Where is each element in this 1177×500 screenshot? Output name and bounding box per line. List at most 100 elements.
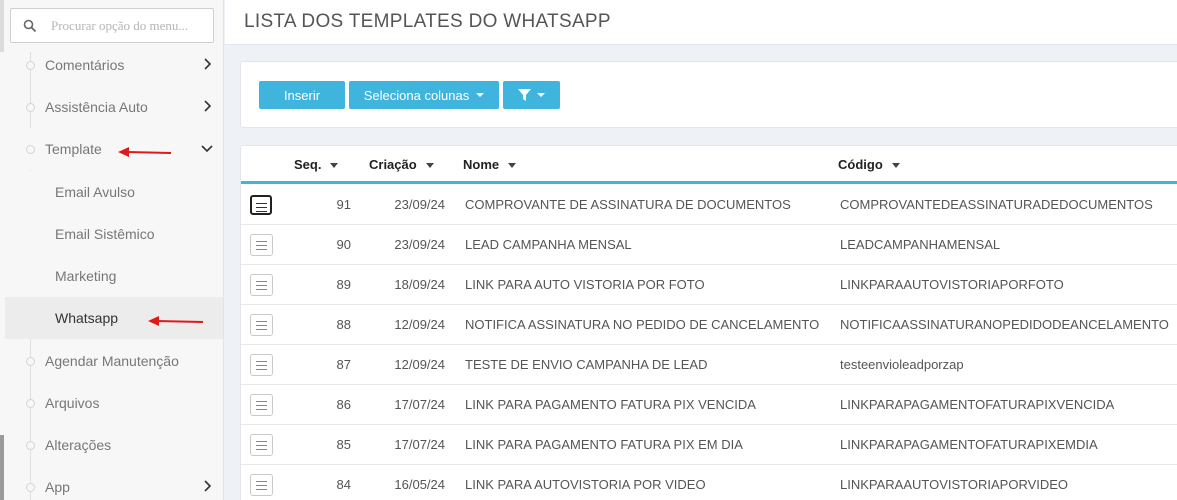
column-header-seq[interactable]: Seq. <box>294 157 339 172</box>
sidebar-item-label: App <box>45 479 70 495</box>
cell-nome: LINK PARA AUTOVISTORIA POR VIDEO <box>465 477 706 492</box>
cell-nome: COMPROVANTE DE ASSINATURA DE DOCUMENTOS <box>465 197 791 212</box>
cell-seq: 84 <box>336 477 351 492</box>
menu-search-box[interactable] <box>10 8 214 43</box>
templates-table: Seq. Criação Nome Código 91 23/09/24 COM… <box>240 145 1177 500</box>
hamburger-icon[interactable] <box>250 274 273 296</box>
filter-icon <box>518 89 531 101</box>
cell-criacao: 12/09/24 <box>394 317 445 332</box>
cell-nome: TESTE DE ENVIO CAMPANHA DE LEAD <box>465 357 708 372</box>
table-row[interactable]: 87 12/09/24 TESTE DE ENVIO CAMPANHA DE L… <box>241 345 1177 385</box>
sort-caret-icon <box>891 163 900 169</box>
column-header-codigo[interactable]: Código <box>838 157 900 172</box>
cell-codigo: LINKPARAPAGAMENTOFATURAPIXEMDIA <box>840 437 1098 452</box>
table-header: Seq. Criação Nome Código <box>241 146 1177 184</box>
cell-seq: 88 <box>336 317 351 332</box>
table-row[interactable]: 89 18/09/24 LINK PARA AUTO VISTORIA POR … <box>241 265 1177 305</box>
sidebar-item-label: Alterações <box>45 437 112 453</box>
sidebar-subitem-label: Email Avulso <box>55 184 135 200</box>
chevron-right-icon <box>204 100 212 112</box>
caret-down-icon <box>476 93 485 97</box>
filter-button[interactable] <box>503 81 560 109</box>
cell-criacao: 18/09/24 <box>394 277 445 292</box>
page-header: LISTA DOS TEMPLATES DO WHATSAPP <box>225 0 1177 45</box>
cell-nome: LINK PARA AUTO VISTORIA POR FOTO <box>465 277 705 292</box>
hamburger-icon[interactable] <box>250 314 273 336</box>
cell-codigo: LINKPARAPAGAMENTOFATURAPIXVENCIDA <box>840 397 1115 412</box>
hamburger-icon[interactable] <box>250 474 273 496</box>
cell-criacao: 16/05/24 <box>394 477 445 492</box>
cell-nome: LEAD CAMPANHA MENSAL <box>465 237 632 252</box>
cell-seq: 89 <box>336 277 351 292</box>
tree-node-icon <box>26 145 35 154</box>
sort-caret-icon <box>508 163 517 169</box>
column-header-label: Seq. <box>294 157 322 172</box>
sidebar-scrollbar[interactable] <box>0 435 4 500</box>
column-header-nome[interactable]: Nome <box>463 157 517 172</box>
page-title: LISTA DOS TEMPLATES DO WHATSAPP <box>244 11 611 32</box>
hamburger-icon[interactable] <box>250 434 273 456</box>
sidebar-item-label: Agendar Manutenção <box>45 353 179 369</box>
table-row[interactable]: 84 16/05/24 LINK PARA AUTOVISTORIA POR V… <box>241 465 1177 500</box>
sidebar-item-assistencia-auto[interactable]: Assistência Auto <box>0 86 223 128</box>
tree-node-icon <box>26 441 35 450</box>
actions-panel: Inserir Seleciona colunas <box>240 61 1177 128</box>
select-columns-label: Seleciona colunas <box>363 87 470 103</box>
cell-nome: LINK PARA PAGAMENTO FATURA PIX VENCIDA <box>465 397 756 412</box>
cell-seq: 90 <box>336 237 351 252</box>
red-arrow-icon <box>118 147 172 157</box>
table-row[interactable]: 88 12/09/24 NOTIFICA ASSINATURA NO PEDID… <box>241 305 1177 345</box>
sidebar-item-app[interactable]: App <box>0 466 223 500</box>
cell-codigo: LINKPARAAUTOVISTORIAPORFOTO <box>840 277 1064 292</box>
tree-node-icon <box>26 61 35 70</box>
sidebar-item-label: Template <box>45 141 102 157</box>
column-header-criacao[interactable]: Criação <box>369 157 434 172</box>
cell-codigo: LINKPARAAUTOVISTORIAPORVIDEO <box>840 477 1069 492</box>
sidebar-subitem-email-sistemico[interactable]: Email Sistêmico <box>5 213 223 255</box>
chevron-down-icon <box>201 145 213 153</box>
cell-codigo: COMPROVANTEDEASSINATURADEDOCUMENTOS <box>840 197 1153 212</box>
tree-node-icon <box>26 483 35 492</box>
sidebar-item-arquivos[interactable]: Arquivos <box>0 382 223 424</box>
menu-search-input[interactable] <box>51 9 209 42</box>
sidebar-subitem-marketing[interactable]: Marketing <box>5 255 223 297</box>
cell-nome: LINK PARA PAGAMENTO FATURA PIX EM DIA <box>465 437 743 452</box>
caret-down-icon <box>537 93 545 97</box>
chevron-right-icon <box>204 480 212 492</box>
table-row[interactable]: 90 23/09/24 LEAD CAMPANHA MENSAL LEADCAM… <box>241 225 1177 265</box>
column-header-label: Criação <box>369 157 417 172</box>
tree-node-icon <box>26 357 35 366</box>
sidebar-item-template[interactable]: Template <box>0 128 223 170</box>
cell-codigo: testeenvioleadporzap <box>840 357 964 372</box>
cell-codigo: NOTIFICAASSINATURANOPEDIDODEANCELAMENTO <box>840 317 1169 332</box>
cell-seq: 86 <box>336 397 351 412</box>
cell-criacao: 17/07/24 <box>394 437 445 452</box>
sort-caret-icon <box>330 163 339 169</box>
sidebar-item-agendar-manutencao[interactable]: Agendar Manutenção <box>0 340 223 382</box>
column-header-label: Nome <box>463 157 500 172</box>
tree-node-icon <box>26 399 35 408</box>
sidebar-item-alteracoes[interactable]: Alterações <box>0 424 223 466</box>
sort-caret-icon <box>425 163 434 169</box>
cell-codigo: LEADCAMPANHAMENSAL <box>840 237 1001 252</box>
sidebar-item-comentarios[interactable]: Comentários <box>0 44 223 86</box>
table-row[interactable]: 91 23/09/24 COMPROVANTE DE ASSINATURA DE… <box>241 185 1177 225</box>
table-row[interactable]: 86 17/07/24 LINK PARA PAGAMENTO FATURA P… <box>241 385 1177 425</box>
table-row[interactable]: 85 17/07/24 LINK PARA PAGAMENTO FATURA P… <box>241 425 1177 465</box>
sidebar: Comentários Assistência Auto Template Em… <box>0 0 224 500</box>
sidebar-item-label: Arquivos <box>45 395 100 411</box>
sidebar-subitem-email-avulso[interactable]: Email Avulso <box>5 171 223 213</box>
insert-button[interactable]: Inserir <box>259 81 345 109</box>
cell-criacao: 12/09/24 <box>394 357 445 372</box>
cell-criacao: 17/07/24 <box>394 397 445 412</box>
hamburger-icon[interactable] <box>250 234 273 256</box>
sidebar-subitem-label: Whatsapp <box>55 310 119 326</box>
select-columns-button[interactable]: Seleciona colunas <box>349 81 499 109</box>
column-header-label: Código <box>838 157 883 172</box>
cell-seq: 87 <box>336 357 351 372</box>
hamburger-icon[interactable] <box>250 195 272 215</box>
cell-nome: NOTIFICA ASSINATURA NO PEDIDO DE CANCELA… <box>465 317 820 332</box>
sidebar-subitem-label: Marketing <box>55 268 117 284</box>
hamburger-icon[interactable] <box>250 354 273 376</box>
hamburger-icon[interactable] <box>250 394 273 416</box>
